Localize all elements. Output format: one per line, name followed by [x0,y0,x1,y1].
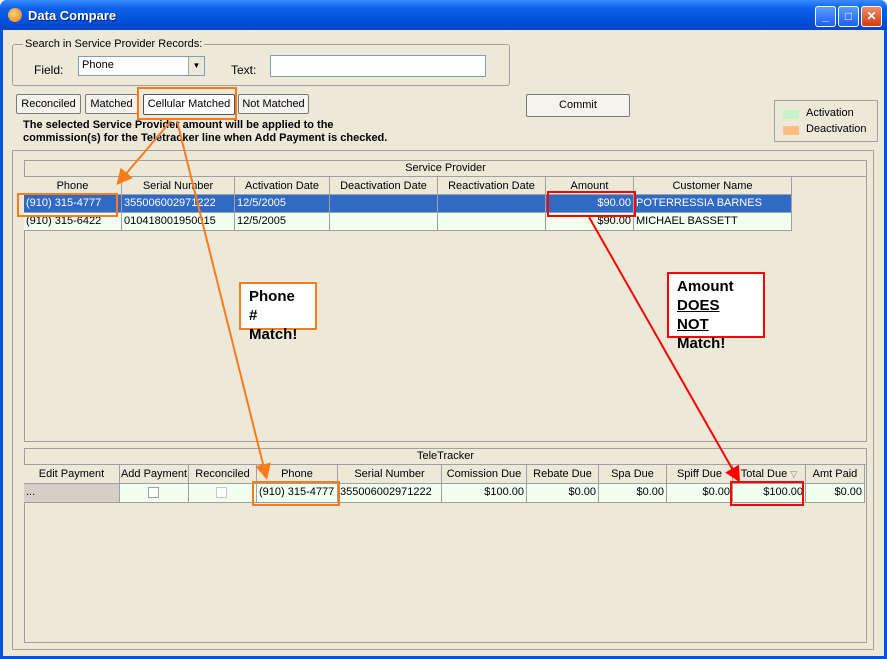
minimize-icon: _ [822,9,829,23]
commit-button[interactable]: Commit [526,94,630,117]
app-icon [8,8,22,22]
table-row-cell[interactable]: 355006002971222 [122,195,235,213]
table-row-cell[interactable]: 010418001950015 [122,213,235,231]
table-row-cell[interactable]: $90.00 [546,213,634,231]
tt-col-total[interactable]: Total Due ▽ [733,465,806,484]
title-bar: Data Compare _ □ ✕ [0,0,887,30]
tt-col-reconciled[interactable]: Reconciled [189,465,257,484]
amount-callout-line3: Match! [677,335,726,352]
table-row-cell[interactable]: $0.00 [667,484,733,503]
table-row-cell[interactable]: (910) 315-6422 [24,213,122,231]
application-window: Data Compare _ □ ✕ Search in Service Pro… [0,0,887,659]
tt-col-edit-payment[interactable]: Edit Payment [24,465,120,484]
chevron-down-icon[interactable]: ▼ [188,57,204,75]
minimize-button[interactable]: _ [815,6,836,27]
edit-payment-button[interactable]: ... [24,484,120,503]
table-row-cell[interactable]: $0.00 [806,484,865,503]
color-legend: Activation Deactivation [774,100,878,142]
table-row-cell[interactable]: 355006002971222 [338,484,442,503]
table-row-cell[interactable]: $0.00 [527,484,599,503]
tt-col-phone[interactable]: Phone [257,465,338,484]
text-label: Text: [231,63,257,77]
sp-col-activation[interactable]: Activation Date [235,177,330,195]
tt-col-spiff[interactable]: Spiff Due [667,465,733,484]
sp-col-deactivation[interactable]: Deactivation Date [330,177,438,195]
table-row-cell[interactable]: $100.00 [733,484,806,503]
reconciled-cell [189,484,257,503]
close-icon: ✕ [866,9,877,23]
tab-cellular-matched[interactable]: Cellular Matched [143,94,235,115]
table-row-cell[interactable]: (910) 315-4777 [257,484,338,503]
search-group-label: Search in Service Provider Records: [23,38,205,50]
field-select[interactable]: Phone ▼ [78,56,205,76]
table-row-cell[interactable] [330,195,438,213]
phone-callout-line2: Match! [249,326,298,343]
amount-mismatch-callout: Amount DOES NOT Match! [667,272,765,352]
table-row-cell[interactable] [438,213,546,231]
amount-callout-line1: Amount [677,278,734,295]
teletracker-caption: TeleTracker [24,448,867,465]
sp-col-phone[interactable]: Phone [24,177,122,195]
table-row-cell[interactable]: 12/5/2005 [235,195,330,213]
field-select-value: Phone [82,59,114,71]
tt-col-total-label: Total Due [740,468,788,480]
sp-col-customer[interactable]: Customer Name [634,177,792,195]
client-area: Search in Service Provider Records: Fiel… [3,30,884,656]
table-row-cell[interactable]: $90.00 [546,195,634,213]
add-payment-cell [120,484,189,503]
search-text-input[interactable] [270,55,486,77]
activation-swatch [783,110,799,119]
tt-col-amt-paid[interactable]: Amt Paid [806,465,865,484]
tt-col-rebate[interactable]: Rebate Due [527,465,599,484]
sp-col-reactivation[interactable]: Reactivation Date [438,177,546,195]
window-title: Data Compare [28,8,117,23]
tt-col-add-payment[interactable]: Add Payment [120,465,189,484]
info-note-line2: commission(s) for the Teletracker line w… [23,132,388,144]
maximize-button[interactable]: □ [838,6,859,27]
maximize-icon: □ [844,9,853,23]
tt-col-spa[interactable]: Spa Due [599,465,667,484]
amount-callout-line2: DOES NOT [677,297,720,333]
sp-col-amount[interactable]: Amount [546,177,634,195]
sp-col-serial[interactable]: Serial Number [122,177,235,195]
tt-col-comission[interactable]: Comission Due [442,465,527,484]
table-row-cell[interactable]: $100.00 [442,484,527,503]
tab-reconciled[interactable]: Reconciled [16,94,81,114]
phone-match-callout: Phone # Match! [239,282,317,343]
table-row-cell[interactable]: MICHAEL BASSETT [634,213,792,231]
activation-legend-label: Activation [806,107,854,119]
sort-desc-icon: ▽ [790,469,798,479]
service-provider-caption: Service Provider [24,160,867,177]
table-row-cell[interactable]: (910) 315-4777 [24,195,122,213]
table-row-cell[interactable] [438,195,546,213]
reconciled-checkbox[interactable] [216,487,227,498]
field-label: Field: [34,63,64,77]
tt-col-serial[interactable]: Serial Number [338,465,442,484]
tab-matched[interactable]: Matched [85,94,138,114]
deactivation-legend-label: Deactivation [806,123,867,135]
tab-not-matched[interactable]: Not Matched [238,94,309,114]
phone-callout-line1: Phone # [249,288,295,324]
close-button[interactable]: ✕ [861,6,882,27]
info-note-line1: The selected Service Provider amount wil… [23,119,334,131]
table-row-cell[interactable] [330,213,438,231]
table-row-cell[interactable]: $0.00 [599,484,667,503]
add-payment-checkbox[interactable] [148,487,159,498]
table-row-cell[interactable]: 12/5/2005 [235,213,330,231]
deactivation-swatch [783,126,799,135]
table-row-cell[interactable]: POTERRESSIA BARNES [634,195,792,213]
